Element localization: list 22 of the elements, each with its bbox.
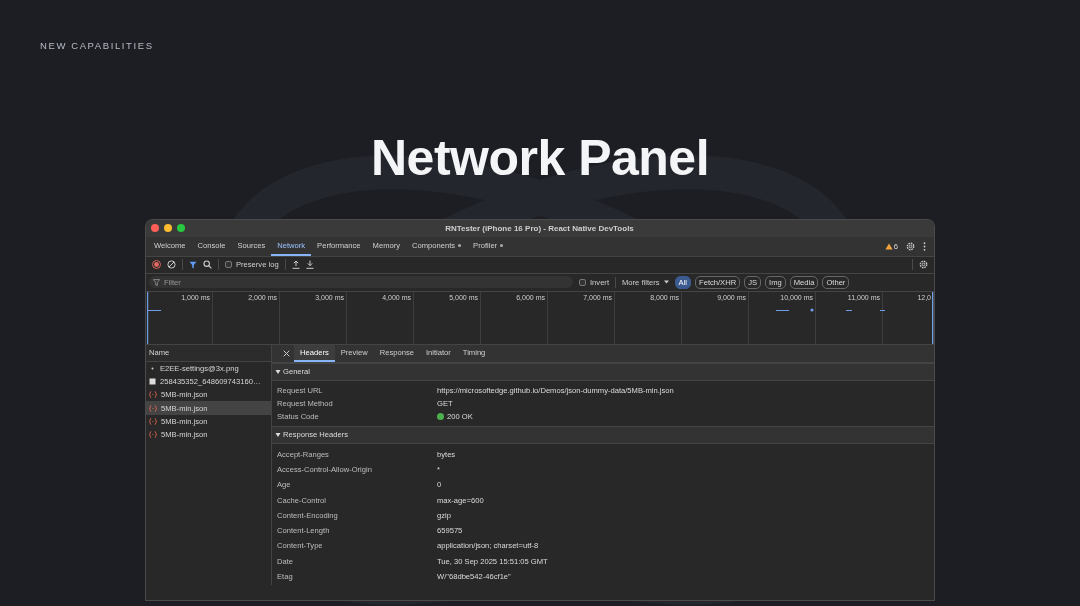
eyebrow-label: NEW CAPABILITIES — [40, 40, 154, 51]
close-window-button[interactable] — [151, 224, 159, 232]
filter-icon — [153, 278, 160, 286]
clear-icon[interactable] — [167, 260, 176, 269]
image-file-icon — [149, 377, 156, 385]
minimize-window-button[interactable] — [164, 224, 172, 232]
braces-icon — [149, 431, 157, 439]
braces-icon — [149, 391, 157, 399]
braces-icon — [149, 404, 157, 412]
stop-recording-icon[interactable] — [152, 260, 161, 269]
close-icon[interactable] — [283, 349, 290, 357]
filter-icon[interactable] — [189, 260, 197, 269]
more-options-icon[interactable] — [923, 241, 926, 251]
caret-icon — [663, 280, 669, 284]
warning-icon — [884, 242, 893, 250]
download-icon[interactable] — [305, 260, 314, 269]
zoom-window-button[interactable] — [177, 224, 185, 232]
window-title: RNTester (iPhone 16 Pro) - React Native DevTools — [444, 223, 635, 233]
search-icon[interactable] — [203, 260, 212, 269]
slide-title: Network Panel — [370, 129, 710, 188]
upload-icon[interactable] — [291, 260, 300, 269]
braces-icon — [149, 417, 157, 425]
